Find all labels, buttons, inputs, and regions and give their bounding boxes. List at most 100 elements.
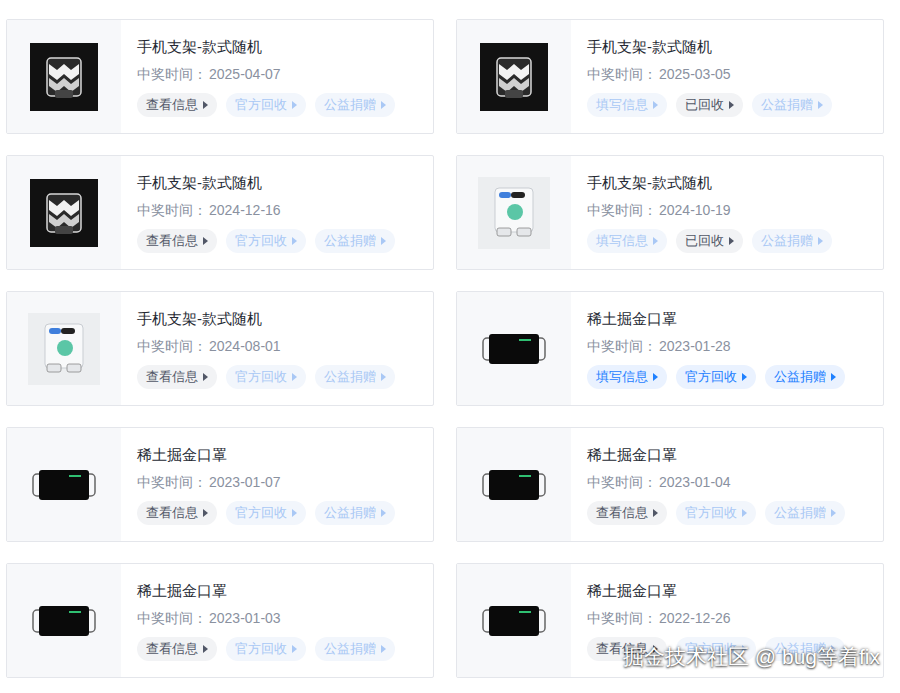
arrow-icon: [381, 645, 386, 653]
mask-icon: [481, 465, 547, 505]
arrow-icon: [653, 237, 658, 245]
button-row: 填写信息已回收公益捐赠: [587, 229, 832, 253]
arrow-icon: [203, 509, 208, 517]
action-button: 官方回收: [226, 229, 306, 253]
prize-card: 稀土掘金口罩中奖时间：2023-01-07 查看信息官方回收公益捐赠: [6, 427, 434, 542]
mask-icon: [481, 601, 547, 641]
button-row: 填写信息已回收公益捐赠: [587, 93, 832, 117]
arrow-icon: [381, 237, 386, 245]
action-button[interactable]: 填写信息: [587, 365, 667, 389]
prize-date: 中奖时间：2022-12-26: [587, 607, 845, 629]
image-area: [457, 428, 571, 541]
action-button: 公益捐赠: [752, 229, 832, 253]
arrow-icon: [292, 645, 297, 653]
arrow-icon: [203, 101, 208, 109]
stand-logo-icon: [487, 50, 541, 104]
arrow-icon: [381, 101, 386, 109]
arrow-icon: [381, 373, 386, 381]
image-area: [7, 428, 121, 541]
arrow-icon: [203, 645, 208, 653]
arrow-icon: [653, 373, 658, 381]
image-area: [7, 20, 121, 133]
action-button: 官方回收: [226, 637, 306, 661]
action-button: 公益捐赠: [765, 501, 845, 525]
button-row: 填写信息官方回收公益捐赠: [587, 365, 845, 389]
prize-card: 手机支架-款式随机中奖时间：2025-03-05 填写信息已回收公益捐赠: [456, 19, 884, 134]
stand-clear-icon: [33, 318, 95, 380]
button-row: 查看信息官方回收公益捐赠: [137, 637, 395, 661]
arrow-icon: [729, 101, 734, 109]
button-row: 查看信息官方回收公益捐赠: [587, 501, 845, 525]
action-button[interactable]: 公益捐赠: [765, 365, 845, 389]
arrow-icon: [818, 101, 823, 109]
prize-card: 手机支架-款式随机中奖时间：2025-04-07 查看信息官方回收公益捐赠: [6, 19, 434, 134]
arrow-icon: [292, 237, 297, 245]
action-button: 公益捐赠: [752, 93, 832, 117]
prize-title: 稀土掘金口罩: [137, 580, 395, 602]
page: 手机支架-款式随机中奖时间：2025-04-07查看信息官方回收公益捐赠手机支架…: [0, 0, 900, 693]
prize-card: 手机支架-款式随机中奖时间：2024-12-16查看信息官方回收公益捐赠: [6, 155, 434, 270]
prize-title: 手机支架-款式随机: [587, 36, 832, 58]
arrow-icon: [381, 509, 386, 517]
action-button[interactable]: 查看信息: [137, 93, 217, 117]
button-row: 查看信息官方回收公益捐赠: [137, 501, 395, 525]
prize-date: 中奖时间：2023-01-07: [137, 471, 395, 493]
prize-card: 手机支架-款式随机中奖时间：2024-10-19填写信息已回收公益捐赠: [456, 155, 884, 270]
stand-clear-icon: [483, 182, 545, 244]
action-button[interactable]: 官方回收: [676, 365, 756, 389]
action-button[interactable]: 已回收: [676, 229, 743, 253]
image-area: [457, 292, 571, 405]
stand-logo-icon: [37, 186, 91, 240]
prize-card: 稀土掘金口罩中奖时间：2023-01-28填写信息官方回收公益捐赠: [456, 291, 884, 406]
button-row: 查看信息官方回收公益捐赠: [137, 365, 395, 389]
action-button: 官方回收: [676, 501, 756, 525]
action-button: 填写信息: [587, 229, 667, 253]
prize-title: 稀土掘金口罩: [137, 444, 395, 466]
button-row: 查看信息官方回收公益捐赠: [137, 93, 395, 117]
prize-date: 中奖时间：2025-03-05: [587, 63, 832, 85]
image-area: [7, 564, 121, 677]
action-button: 官方回收: [226, 93, 306, 117]
arrow-icon: [292, 373, 297, 381]
action-button[interactable]: 已回收: [676, 93, 743, 117]
watermark: 掘金技术社区 @ bug等着fix: [623, 643, 880, 671]
action-button: 公益捐赠: [315, 93, 395, 117]
arrow-icon: [653, 509, 658, 517]
product-image: [30, 43, 98, 111]
stand-logo-icon: [37, 50, 91, 104]
action-button[interactable]: 查看信息: [587, 501, 667, 525]
prize-date: 中奖时间：2023-01-03: [137, 607, 395, 629]
action-button: 公益捐赠: [315, 501, 395, 525]
prize-title: 手机支架-款式随机: [587, 172, 832, 194]
prize-title: 稀土掘金口罩: [587, 444, 845, 466]
image-area: [457, 156, 571, 269]
action-button: 公益捐赠: [315, 229, 395, 253]
arrow-icon: [742, 373, 747, 381]
prize-date: 中奖时间：2025-04-07: [137, 63, 395, 85]
arrow-icon: [729, 237, 734, 245]
action-button[interactable]: 查看信息: [137, 637, 217, 661]
product-image: [30, 179, 98, 247]
action-button: 官方回收: [226, 365, 306, 389]
action-button: 填写信息: [587, 93, 667, 117]
arrow-icon: [203, 237, 208, 245]
prize-title: 手机支架-款式随机: [137, 36, 395, 58]
arrow-icon: [653, 101, 658, 109]
action-button[interactable]: 查看信息: [137, 501, 217, 525]
image-area: [457, 20, 571, 133]
arrow-icon: [818, 237, 823, 245]
action-button[interactable]: 查看信息: [137, 365, 217, 389]
prize-title: 稀土掘金口罩: [587, 308, 845, 330]
action-button: 公益捐赠: [315, 365, 395, 389]
action-button[interactable]: 查看信息: [137, 229, 217, 253]
arrow-icon: [831, 373, 836, 381]
action-button: 官方回收: [226, 501, 306, 525]
prize-title: 手机支架-款式随机: [137, 172, 395, 194]
product-image: [480, 43, 548, 111]
product-image: [28, 313, 100, 385]
product-image: [478, 177, 550, 249]
mask-icon: [481, 329, 547, 369]
prize-card: 稀土掘金口罩中奖时间：2023-01-03 查看信息官方回收公益捐赠: [6, 563, 434, 678]
arrow-icon: [742, 509, 747, 517]
arrow-icon: [831, 509, 836, 517]
